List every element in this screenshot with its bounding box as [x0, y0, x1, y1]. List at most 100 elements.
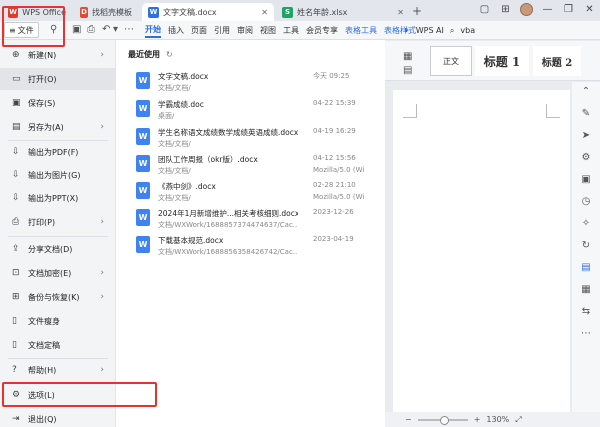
- style-heading-1[interactable]: 标题 1: [475, 46, 529, 76]
- tab-view[interactable]: 视图: [260, 25, 276, 36]
- collapse-icon[interactable]: ⌃: [582, 86, 590, 97]
- maximize-icon[interactable]: ❐: [562, 4, 575, 15]
- slim-icon: ▯: [12, 316, 17, 326]
- tab-references[interactable]: 引用: [214, 25, 230, 36]
- style-normal[interactable]: 正文: [430, 46, 472, 76]
- dropdown-icon[interactable]: ▾: [113, 24, 118, 35]
- menu-item-backup[interactable]: ⊞ 备份与恢复(K) ›: [0, 286, 116, 308]
- menu-item-export-pdf[interactable]: ⇩ 输出为PDF(F): [0, 141, 116, 163]
- timer-icon[interactable]: ◷: [582, 196, 591, 207]
- file-name: 学霸成绩.doc: [158, 100, 204, 109]
- file-date: 04-19 16:29: [313, 127, 356, 135]
- file-date: 今天 09:25: [313, 72, 350, 80]
- tab-spreadsheet[interactable]: S 姓名年龄.xlsx ✕: [276, 3, 410, 21]
- menu-item-new[interactable]: ⊕ 新建(N) ›: [0, 44, 116, 66]
- menu-item-label: 保存(S): [28, 98, 56, 108]
- menu-item-save-as[interactable]: ▤ 另存为(A) ›: [0, 116, 116, 138]
- window-controls: ▢ ⊞ — ❐ ✕: [478, 3, 596, 16]
- menu-item-finalize[interactable]: ▯ 文档定稿: [0, 334, 116, 356]
- more-tools-icon[interactable]: ⋯: [581, 328, 591, 339]
- menu-item-label: 打印(P): [28, 217, 56, 227]
- tab-document[interactable]: W 文字文稿.docx ✕: [142, 3, 274, 21]
- menu-item-save[interactable]: ▣ 保存(S): [0, 92, 116, 114]
- recent-file-row[interactable]: W 下载基本规范.docx 文档/WXWork/1688856358426742…: [132, 234, 382, 261]
- recent-file-row[interactable]: W 《燕中剑》.docx 文档/文档/ 02-28 21:10 Mozilla/…: [132, 180, 382, 207]
- tab-page[interactable]: 页面: [191, 25, 207, 36]
- new-icon: ⊕: [12, 50, 20, 60]
- tab-insert[interactable]: 插入: [168, 25, 184, 36]
- zoom-slider[interactable]: [417, 415, 468, 425]
- chevron-right-icon: ›: [100, 292, 104, 302]
- file-path: 文档/WXWork/1688856358426742/Cac...: [158, 248, 298, 256]
- print-icon[interactable]: ⎙: [87, 24, 95, 35]
- menu-item-encrypt[interactable]: ⊡ 文档加密(E) ›: [0, 262, 116, 284]
- layout-icon[interactable]: ▦: [581, 284, 590, 295]
- file-name: 文字文稿.docx: [158, 72, 209, 81]
- document-page[interactable]: [393, 90, 570, 420]
- file-location: Mozilla/5.0 (Wi: [313, 166, 365, 174]
- menu-item-export-image[interactable]: ⇩ 输出为图片(G): [0, 164, 116, 186]
- style-heading-2[interactable]: 标题 2: [533, 46, 581, 76]
- tab-member[interactable]: 会员专享: [306, 25, 338, 36]
- recent-file-row[interactable]: W 文字文稿.docx 文档/文档/ 今天 09:25: [132, 70, 382, 97]
- excel-icon: S: [282, 6, 293, 18]
- close-icon[interactable]: ✕: [261, 8, 268, 17]
- file-path: 文档/文档/: [158, 167, 191, 175]
- recent-file-row[interactable]: W 2024年1月新增维护...相关考核细则.docx 文档/WXWork/16…: [132, 207, 382, 234]
- zoom-out-icon[interactable]: −: [405, 415, 412, 424]
- menu-item-slim[interactable]: ▯ 文件瘦身: [0, 310, 116, 332]
- menu-item-open[interactable]: ▭ 打开(O): [0, 68, 116, 90]
- refresh-icon[interactable]: ↻: [166, 50, 173, 59]
- menu-item-help[interactable]: ? 帮助(H) ›: [0, 359, 116, 381]
- document-icon[interactable]: ▤: [581, 262, 590, 273]
- save-icon[interactable]: ▣: [72, 24, 81, 35]
- menu-item-label: 新建(N): [28, 50, 57, 60]
- menu-item-share[interactable]: ⇪ 分享文档(D): [0, 238, 116, 260]
- recent-file-row[interactable]: W 学生名称语文成绩数学成绩英语成绩.docx 文档/文档/ 04-19 16:…: [132, 126, 382, 153]
- file-name: 学生名称语文成绩数学成绩英语成绩.docx: [158, 128, 298, 137]
- tab-label: 姓名年龄.xlsx: [297, 7, 348, 17]
- menu-item-label: 打开(O): [28, 74, 57, 84]
- recent-header: 最近使用 ↻: [128, 49, 173, 60]
- new-tab-button[interactable]: +: [412, 4, 422, 18]
- menu-item-exit[interactable]: ⇥ 退出(Q): [0, 408, 116, 427]
- paragraph-icon[interactable]: ▦: [403, 51, 412, 62]
- paragraph-icon[interactable]: ▤: [403, 65, 412, 76]
- file-path: 文档/文档/: [158, 194, 191, 202]
- zoom-level[interactable]: 130%: [486, 415, 509, 424]
- grid-icon[interactable]: ⊞: [499, 4, 512, 15]
- cursor-icon[interactable]: ➤: [582, 130, 590, 141]
- adjust-icon[interactable]: ⚙: [582, 152, 591, 163]
- highlight-options: [2, 382, 157, 407]
- menu-item-label: 退出(Q): [28, 414, 57, 424]
- tab-home[interactable]: 开始: [145, 24, 161, 38]
- menu-item-export-ppt[interactable]: ⇩ 输出为PPT(X): [0, 187, 116, 209]
- window-layout-icon[interactable]: ▢: [478, 4, 491, 15]
- search-input[interactable]: vba: [460, 26, 475, 35]
- open-folder-icon: ▭: [12, 74, 21, 84]
- fit-icon[interactable]: ⤢: [515, 415, 521, 425]
- pen-icon[interactable]: ✎: [582, 108, 590, 119]
- menu-item-print[interactable]: ⎙ 打印(P) ›: [0, 211, 116, 233]
- star-icon[interactable]: ✧: [582, 218, 590, 229]
- undo-icon[interactable]: ↶: [102, 24, 110, 35]
- more-icon[interactable]: ⋯: [124, 24, 134, 35]
- tab-template[interactable]: D 找稻壳模板: [74, 3, 138, 21]
- zoom-in-icon[interactable]: +: [474, 415, 481, 424]
- recent-file-row[interactable]: W 学霸成绩.doc 桌面/ 04-22 15:39: [132, 98, 382, 125]
- tab-tools[interactable]: 工具: [283, 25, 299, 36]
- close-icon[interactable]: ✕: [397, 8, 404, 17]
- wps-ai-button[interactable]: WPS AI: [416, 26, 444, 35]
- tab-review[interactable]: 审阅: [237, 25, 253, 36]
- search-icon[interactable]: ⌕: [450, 26, 454, 36]
- translate-icon[interactable]: ⇆: [582, 306, 590, 317]
- recent-file-row[interactable]: W 团队工作周报（okr版）.docx 文档/文档/ 04-12 15:56 M…: [132, 153, 382, 180]
- avatar[interactable]: [520, 3, 533, 16]
- menu-item-label: 文档定稿: [28, 340, 60, 350]
- image-icon[interactable]: ▣: [581, 174, 590, 185]
- minimize-icon[interactable]: —: [541, 4, 554, 15]
- tab-table-tools[interactable]: 表格工具: [345, 25, 377, 36]
- close-window-icon[interactable]: ✕: [583, 4, 596, 15]
- lock-icon: ⊡: [12, 268, 20, 278]
- sync-icon[interactable]: ↻: [582, 240, 590, 251]
